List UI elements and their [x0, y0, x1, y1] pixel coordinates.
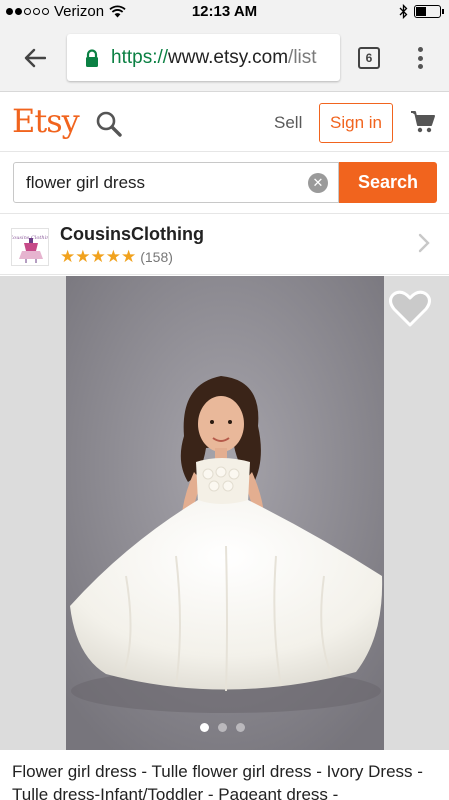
- search-icon[interactable]: [95, 110, 123, 138]
- chevron-right-icon[interactable]: [418, 233, 430, 253]
- sign-in-button[interactable]: Sign in: [319, 103, 393, 143]
- status-time: 12:13 AM: [191, 3, 258, 20]
- lock-icon: [86, 48, 98, 67]
- search-button[interactable]: Search: [339, 162, 437, 203]
- url-text: https://www.etsy.com/list: [111, 47, 317, 69]
- carousel-pager: [200, 723, 245, 732]
- url-host: www.etsy.com: [168, 46, 289, 68]
- review-count: (158): [140, 249, 173, 265]
- dress-photo-illustration: [66, 276, 384, 750]
- etsy-logo[interactable]: Etsy: [12, 102, 80, 140]
- listing-image-carousel[interactable]: [0, 276, 449, 750]
- cart-icon[interactable]: [410, 110, 436, 134]
- status-bar: Verizon 12:13 AM: [0, 0, 449, 24]
- url-path: /list: [288, 46, 317, 68]
- tabs-button[interactable]: 6: [358, 47, 380, 69]
- search-input[interactable]: flower girl dress: [13, 162, 339, 203]
- shop-logo-image: Cousins Clothing: [12, 235, 48, 263]
- search-bar: flower girl dress ✕ Search: [0, 152, 449, 214]
- address-bar[interactable]: https://www.etsy.com/list: [67, 34, 340, 81]
- shop-rating: ★★★★★ (158): [60, 247, 173, 267]
- shop-avatar: Cousins Clothing: [11, 228, 49, 266]
- clear-icon[interactable]: ✕: [308, 173, 328, 193]
- heart-icon[interactable]: [389, 290, 431, 328]
- tab-count: 6: [365, 51, 373, 65]
- sell-link[interactable]: Sell: [274, 113, 302, 133]
- overflow-menu-icon[interactable]: [410, 44, 430, 72]
- listing-photo[interactable]: [66, 276, 384, 750]
- site-header: Etsy Sell Sign in: [0, 96, 449, 152]
- battery-icon: [414, 5, 444, 18]
- shop-name[interactable]: CousinsClothing: [60, 224, 204, 245]
- carousel-dot-1[interactable]: [200, 723, 209, 732]
- url-scheme: https://: [111, 46, 169, 68]
- shop-header[interactable]: Cousins Clothing CousinsClothing ★★★★★ (…: [0, 215, 449, 275]
- listing-title: Flower girl dress - Tulle flower girl dr…: [12, 762, 423, 800]
- back-button[interactable]: [18, 41, 52, 75]
- carousel-dot-2[interactable]: [218, 723, 227, 732]
- star-rating-icon: ★★★★★: [60, 247, 137, 266]
- carousel-dot-3[interactable]: [236, 723, 245, 732]
- status-right: [399, 4, 444, 19]
- browser-toolbar: https://www.etsy.com/list 6: [0, 24, 449, 92]
- bluetooth-icon: [399, 4, 408, 19]
- back-arrow-icon: [24, 48, 46, 68]
